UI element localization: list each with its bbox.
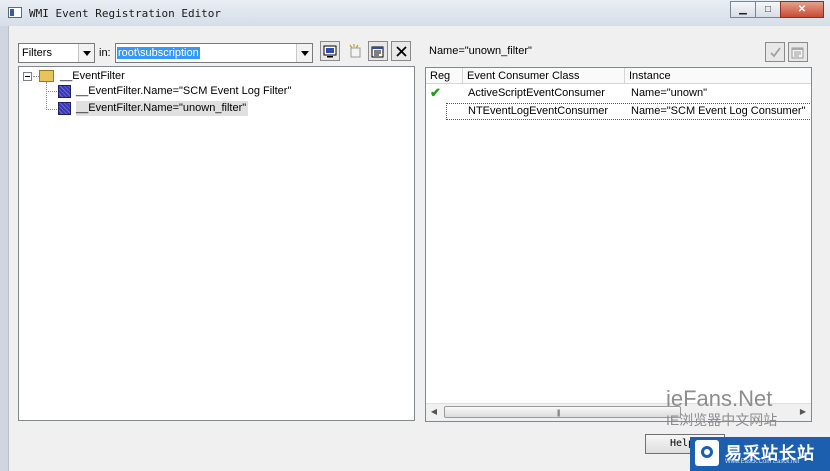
row-consumer-class[interactable]: ActiveScriptEventConsumer [468, 85, 605, 102]
connect-button[interactable] [320, 41, 340, 61]
selected-filter-header: Name="unown_filter" [425, 40, 812, 62]
namespace-select[interactable]: root\subscription [115, 43, 313, 63]
type-select-value: Filters [22, 47, 52, 59]
consumer-panel: Name="unown_filter" Reg Event Consumer C… [425, 38, 812, 425]
new-instance-button[interactable] [345, 41, 365, 61]
maximize-button[interactable]: □ [755, 1, 781, 18]
type-select[interactable]: Filters [18, 43, 95, 63]
view-instance-button[interactable] [788, 42, 808, 62]
row-consumer-class[interactable]: NTEventLogEventConsumer [468, 103, 608, 120]
consumer-list[interactable]: Reg Event Consumer Class Instance ✔ Acti… [425, 67, 812, 422]
app-icon [8, 7, 22, 18]
row-instance[interactable]: Name="unown" [631, 85, 707, 102]
properties-icon [371, 46, 384, 58]
namespace-select-value: root\subscription [117, 47, 200, 59]
filter-tree[interactable]: __EventFilter __EventFilter.Name="SCM Ev… [18, 66, 415, 421]
column-header-instance[interactable]: Instance [625, 68, 811, 84]
scroll-left-icon[interactable]: ◀ [428, 407, 440, 417]
title-bar[interactable]: WMI Event Registration Editor ▁ □ ✕ [0, 0, 830, 27]
window-frame-left [0, 26, 9, 471]
window-title: WMI Event Registration Editor [29, 7, 222, 20]
logo-subtext: Www.Easck.Com Easck.net [725, 459, 800, 465]
properties-button[interactable] [368, 41, 388, 61]
filter-panel: Filters in: root\subscription __EventFil… [18, 38, 415, 425]
properties-icon [791, 47, 804, 59]
register-button[interactable] [765, 42, 785, 62]
registered-check-icon[interactable]: ✔ [430, 84, 441, 101]
tree-node-unown-filter[interactable]: __EventFilter.Name="unown_filter" [76, 101, 249, 116]
logo-icon [695, 440, 719, 466]
column-header-consumer-class[interactable]: Event Consumer Class [463, 68, 625, 84]
new-instance-icon [349, 44, 361, 58]
chevron-down-icon[interactable] [78, 44, 94, 62]
filter-toolbar: Filters in: root\subscription [18, 41, 415, 63]
column-header-reg[interactable]: Reg [426, 68, 463, 84]
row-instance[interactable]: Name="SCM Event Log Consumer" [631, 103, 805, 120]
scroll-right-icon[interactable]: ▶ [797, 407, 809, 417]
selected-filter-name: Name="unown_filter" [429, 45, 532, 57]
watermark: ieFans.Net IE浏览器中文网站 [666, 386, 777, 430]
chevron-down-icon[interactable] [296, 44, 312, 62]
delete-icon [395, 45, 407, 57]
tree-node-scm-filter[interactable]: __EventFilter.Name="SCM Event Log Filter… [76, 84, 291, 99]
minimize-button[interactable]: ▁ [730, 1, 756, 18]
scrollbar-thumb[interactable]: ||| [444, 406, 681, 418]
in-label: in: [99, 47, 111, 59]
close-button[interactable]: ✕ [780, 1, 824, 18]
checkmark-icon [769, 46, 781, 57]
caption-buttons: ▁ □ ✕ [730, 1, 824, 19]
instance-icon [58, 85, 71, 98]
site-logo: 易采站长站 Www.Easck.Com Easck.net [690, 437, 830, 471]
tree-root-node[interactable]: __EventFilter [60, 69, 125, 84]
instance-icon [58, 102, 71, 115]
watermark-line2: IE浏览器中文网站 [666, 412, 778, 428]
watermark-line1: ieFans.Net [666, 386, 773, 411]
folder-icon [39, 70, 54, 82]
main-window: WMI Event Registration Editor ▁ □ ✕ Filt… [0, 0, 830, 471]
delete-button[interactable] [391, 41, 411, 61]
connect-icon [323, 45, 337, 58]
collapse-icon[interactable] [23, 72, 32, 81]
